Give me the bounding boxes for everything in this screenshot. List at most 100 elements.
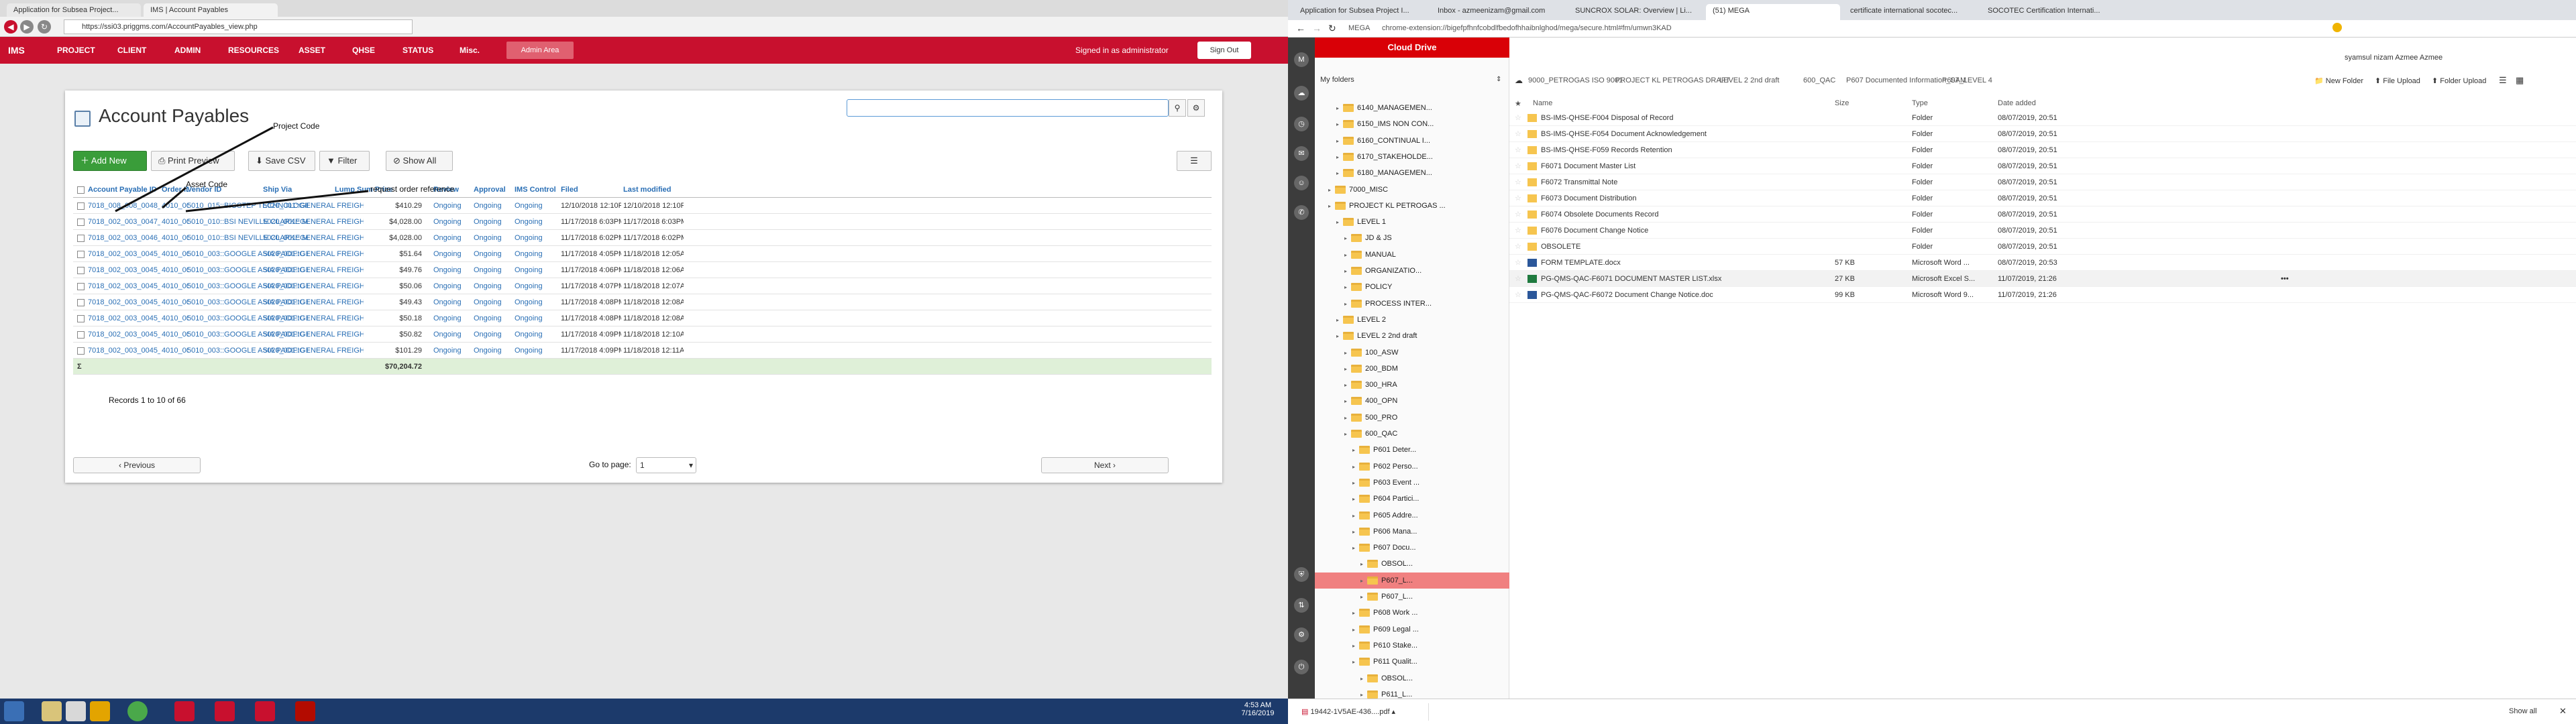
tree-item[interactable]: ▸ 300_HRA xyxy=(1315,377,1509,393)
file-row[interactable]: ☆ F6076 Document Change Notice Folder 08/07… xyxy=(1509,223,2576,239)
expand-arrow-icon[interactable]: ▸ xyxy=(1336,312,1343,328)
clock-icon[interactable]: ◷ xyxy=(1294,117,1309,131)
tree-item[interactable]: ▸ OBSOL... xyxy=(1315,556,1509,572)
breadcrumb-item[interactable]: 9000_PETROGAS ISO 9001 xyxy=(1528,76,1623,84)
expand-arrow-icon[interactable]: ▸ xyxy=(1352,475,1359,491)
menu-admin[interactable]: ADMIN xyxy=(174,37,201,64)
tab-right-1[interactable]: Inbox - azmeenizam@gmail.com xyxy=(1431,4,1565,20)
star-icon[interactable]: ☆ xyxy=(1515,206,1521,223)
cloud-icon[interactable]: ☁ xyxy=(1294,86,1309,101)
acrobat-icon[interactable] xyxy=(295,701,315,721)
star-icon[interactable]: ☆ xyxy=(1515,158,1521,174)
menu-project[interactable]: PROJECT xyxy=(57,37,95,64)
folder-upload-button[interactable]: ⬆ Folder Upload xyxy=(2432,76,2486,85)
tree-item[interactable]: ▸ P603 Event ... xyxy=(1315,475,1509,491)
forward-icon[interactable]: → xyxy=(1312,23,1322,34)
media-icon[interactable] xyxy=(66,701,86,721)
more-options-icon[interactable]: ••• xyxy=(2281,271,2289,287)
tree-item[interactable]: ▸ 400_OPN xyxy=(1315,393,1509,409)
chrome-icon[interactable] xyxy=(127,701,148,721)
expand-arrow-icon[interactable]: ▸ xyxy=(1360,573,1367,589)
app-s3-icon[interactable] xyxy=(255,701,275,721)
breadcrumb-item[interactable]: 600_QAC xyxy=(1803,76,1835,84)
tree-item[interactable]: ▸ P601 Deter... xyxy=(1315,442,1509,458)
shield-icon[interactable]: ⛨ xyxy=(1294,567,1309,582)
star-icon[interactable]: ☆ xyxy=(1515,174,1521,190)
menu-qhse[interactable]: QHSE xyxy=(352,37,375,64)
tree-item[interactable]: ▸ 100_ASW xyxy=(1315,345,1509,361)
reload-icon[interactable]: ↻ xyxy=(38,20,51,34)
tab-right-4[interactable]: certificate international socotec... xyxy=(1843,4,1978,20)
tab-application[interactable]: Application for Subsea Project... xyxy=(7,3,141,17)
expand-arrow-icon[interactable]: ▸ xyxy=(1352,524,1359,540)
expand-arrow-icon[interactable]: ▸ xyxy=(1352,638,1359,654)
contacts-icon[interactable]: ☺ xyxy=(1294,176,1309,190)
reload-icon[interactable]: ↻ xyxy=(1328,23,1336,34)
brand-logo[interactable]: IMS xyxy=(8,37,25,64)
expand-arrow-icon[interactable]: ▸ xyxy=(1352,654,1359,670)
tree-item[interactable]: ▸ P607 Docu... xyxy=(1315,540,1509,556)
list-view-icon[interactable]: ☰ xyxy=(2499,75,2507,86)
transfers-icon[interactable]: ⇅ xyxy=(1294,598,1309,613)
my-folders-label[interactable]: My folders xyxy=(1320,76,1354,84)
column-type[interactable]: Type xyxy=(1912,99,1928,107)
expand-arrow-icon[interactable]: ▸ xyxy=(1352,491,1359,507)
expand-arrow-icon[interactable]: ▸ xyxy=(1336,133,1343,149)
download-item[interactable]: ▤ 19442-1V5AE-436....pdf ▴ xyxy=(1301,703,1429,721)
star-icon[interactable]: ☆ xyxy=(1515,142,1521,158)
tree-item[interactable]: ▸ 6150_IMS NON CON... xyxy=(1315,116,1509,132)
tab-right-0[interactable]: Application for Subsea Project I... xyxy=(1293,4,1428,20)
sign-out-button[interactable]: Sign Out xyxy=(1197,42,1251,59)
tree-item[interactable]: ▸ P611 Qualit... xyxy=(1315,654,1509,670)
tab-right-3[interactable]: (51) MEGA xyxy=(1706,4,1840,20)
url-input[interactable]: chrome-extension://bigefpfhnfcobdlfbedof… xyxy=(1382,24,1672,32)
file-row[interactable]: ☆ F6073 Document Distribution Folder 08/07/… xyxy=(1509,190,2576,206)
tree-item[interactable]: ▸ LEVEL 1 xyxy=(1315,214,1509,230)
new-folder-button[interactable]: 📁 New Folder xyxy=(2314,76,2363,85)
expand-arrow-icon[interactable]: ▸ xyxy=(1336,215,1343,230)
expand-arrow-icon[interactable]: ▸ xyxy=(1344,377,1351,393)
expand-arrow-icon[interactable]: ▸ xyxy=(1344,296,1351,312)
menu-status[interactable]: STATUS xyxy=(402,37,433,64)
expand-arrow-icon[interactable]: ▸ xyxy=(1336,117,1343,132)
settings-icon[interactable]: ⚙ xyxy=(1294,627,1309,642)
expand-arrow-icon[interactable]: ▸ xyxy=(1344,231,1351,246)
expand-arrow-icon[interactable]: ▸ xyxy=(1328,198,1335,214)
expand-arrow-icon[interactable]: ▸ xyxy=(1352,622,1359,638)
show-all-downloads[interactable]: Show all xyxy=(2509,707,2537,715)
tree-item[interactable]: ▸ 7000_MISC xyxy=(1315,182,1509,198)
tab-right-5[interactable]: SOCOTEC Certification Internati... xyxy=(1981,4,2115,20)
mega-logo-icon[interactable]: M xyxy=(1294,52,1309,67)
user-name[interactable]: syamsul nizam Azmee Azmee xyxy=(2345,54,2443,62)
forward-icon[interactable]: ▶ xyxy=(20,20,34,34)
tree-item[interactable]: ▸ 6180_MANAGEMEN... xyxy=(1315,165,1509,181)
expand-arrow-icon[interactable]: ▸ xyxy=(1328,182,1335,198)
tree-item[interactable]: ▸ 600_QAC xyxy=(1315,426,1509,442)
file-row[interactable]: ☆ FORM TEMPLATE.docx 57 KB Microsoft Word .… xyxy=(1509,255,2576,271)
menu-misc[interactable]: Misc. xyxy=(460,37,480,64)
expand-arrow-icon[interactable]: ▸ xyxy=(1360,589,1367,605)
file-row[interactable]: ☆ F6071 Document Master List Folder 08/07/2… xyxy=(1509,158,2576,174)
expand-arrow-icon[interactable]: ▸ xyxy=(1360,556,1367,572)
tree-item[interactable]: ▸ P610 Stake... xyxy=(1315,638,1509,654)
expand-arrow-icon[interactable]: ▸ xyxy=(1352,442,1359,458)
expand-arrow-icon[interactable]: ▸ xyxy=(1352,540,1359,556)
tree-item[interactable]: ▸ 6170_STAKEHOLDE... xyxy=(1315,149,1509,165)
tree-item[interactable]: ▸ 6140_MANAGEMEN... xyxy=(1315,100,1509,116)
tree-item[interactable]: ▸ 6160_CONTINUAL I... xyxy=(1315,133,1509,149)
star-icon[interactable]: ☆ xyxy=(1515,287,1521,303)
admin-area-button[interactable]: Admin Area xyxy=(506,42,574,59)
expand-arrow-icon[interactable]: ▸ xyxy=(1336,328,1343,344)
menu-client[interactable]: CLIENT xyxy=(117,37,146,64)
tree-item[interactable]: ▸ P607_L... xyxy=(1315,572,1509,589)
expand-arrow-icon[interactable]: ▸ xyxy=(1336,166,1343,181)
menu-asset[interactable]: ASSET xyxy=(299,37,325,64)
expand-arrow-icon[interactable]: ▸ xyxy=(1336,149,1343,165)
star-icon[interactable]: ☆ xyxy=(1515,110,1521,126)
column-date-added[interactable]: Date added xyxy=(1998,99,2036,107)
file-row[interactable]: ☆ F6074 Obsolete Documents Record Folder 08… xyxy=(1509,206,2576,223)
inbox-icon[interactable]: ✉ xyxy=(1294,146,1309,161)
close-icon[interactable]: ✕ xyxy=(2559,706,2567,717)
avatar[interactable] xyxy=(2332,23,2342,32)
tree-item[interactable]: ▸ P604 Partici... xyxy=(1315,491,1509,507)
